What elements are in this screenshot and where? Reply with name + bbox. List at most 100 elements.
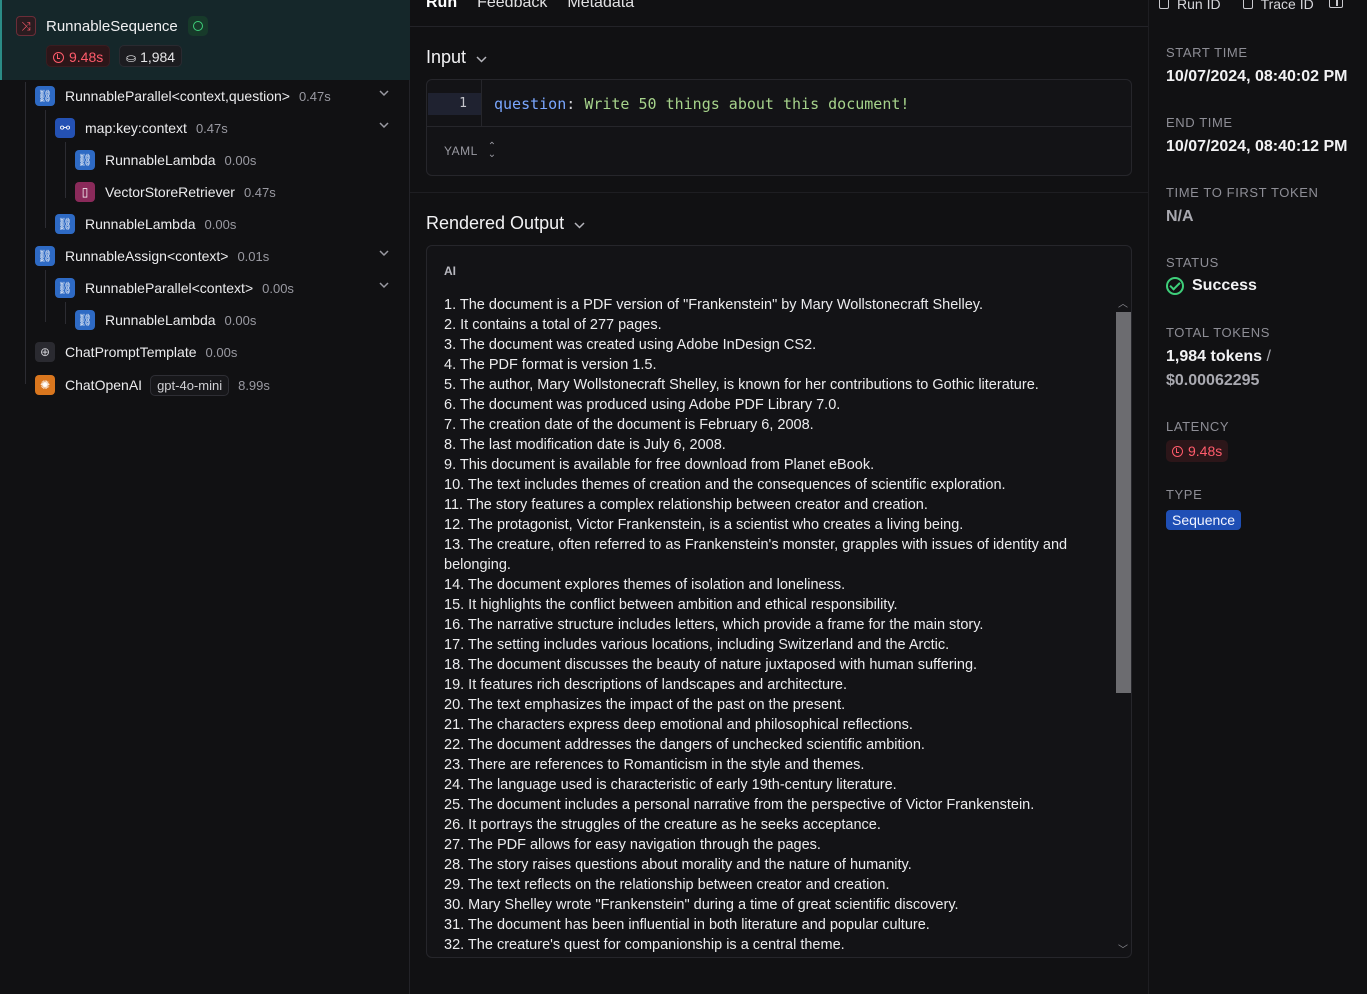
output-line: 19. It features rich descriptions of lan… [444,677,847,693]
output-line: 18. The document discusses the beauty of… [444,657,978,673]
copy-icon [1159,0,1169,9]
output-line: 6. The document was produced using Adobe… [444,397,841,413]
tree-node-time: 0.00s [224,312,257,328]
total-tokens-value: 1,984 tokens / [1166,348,1271,366]
output-line: 31. The document has been influential in… [444,917,930,933]
clock-icon [1172,446,1183,457]
output-line: 27. The PDF allows for easy navigation t… [444,837,821,853]
tree-node-time: 0.00s [262,280,294,296]
output-line: 1. The document is a PDF version of "Fra… [444,297,983,313]
run-id-button[interactable]: Run ID [1159,0,1221,12]
tab-metadata[interactable]: Metadata [567,0,634,14]
output-line: 4. The PDF format is version 1.5. [444,357,657,373]
latency-value: 9.48s [1188,443,1223,459]
start-time-label: START TIME [1166,45,1248,60]
tab-feedback[interactable]: Feedback [477,0,547,14]
format-selector[interactable]: YAML ⌃ ⌄ [444,142,497,160]
tree-node[interactable]: ⛓ RunnableLambda 0.00s [75,308,256,332]
code-editor[interactable]: 1 question: Write 50 things about this d… [427,80,1131,127]
output-line: 21. The characters express deep emotiona… [444,717,913,733]
output-line: 17. The setting includes various locatio… [444,637,950,653]
output-line: 14. The document explores themes of isol… [444,577,846,593]
scroll-up-icon[interactable]: ︿ [1118,295,1128,310]
latency-label: LATENCY [1166,419,1230,434]
link-icon: ⛓ [75,310,95,330]
tree-node[interactable]: ⛓ RunnableAssign<context> 0.01s [35,244,269,268]
document-icon: ▯ [75,182,95,202]
tree-node[interactable]: ✺ ChatOpenAI gpt-4o-mini 8.99s [35,373,270,397]
output-line: 24. The language used is characteristic … [444,777,897,793]
output-section-toggle[interactable]: Rendered Output [426,213,585,234]
tree-node-runnable-sequence[interactable]: ⤨ RunnableSequence 9.48s ⛀ 1,984 [0,0,410,80]
output-text[interactable]: 1. The document is a PDF version of "Fra… [444,295,1104,955]
success-check-icon [188,16,208,36]
chain-icon: ⤨ [16,16,36,36]
chevron-down-icon[interactable] [379,250,389,260]
tree-guide [25,82,26,384]
input-section-toggle[interactable]: Input [426,47,487,68]
app-root: ⤨ RunnableSequence 9.48s ⛀ 1,984 ⛓ Runnab… [0,0,1367,994]
tree-guide [65,302,66,324]
token-badge: ⛀ 1,984 [119,45,183,67]
clock-icon [53,52,64,63]
output-line: 25. The document includes a personal nar… [444,797,1035,813]
tree-node[interactable]: ⛓ RunnableLambda 0.00s [55,212,236,236]
tab-bar: Run Feedback Metadata [426,0,634,14]
scrollbar-thumb[interactable] [1116,312,1131,693]
tree-node[interactable]: ▯ VectorStoreRetriever 0.47s [75,180,276,204]
tree-node-name: RunnableLambda [85,216,196,232]
output-card: AI 1. The document is a PDF version of "… [426,245,1132,958]
chevron-down-icon[interactable] [379,90,389,100]
output-line: 5. The author, Mary Wollstonecraft Shell… [444,377,1039,393]
yaml-colon: : [566,95,585,113]
success-check-icon [1166,277,1184,295]
output-line: 30. Mary Shelley wrote "Frankenstein" du… [444,897,959,913]
output-line: 13. The creature, often referred to as F… [444,537,1068,573]
trace-id-button[interactable]: Trace ID [1242,0,1314,12]
gutter-divider [481,80,482,127]
message-role: AI [444,264,456,278]
token-icon: ⛀ [126,51,137,65]
tree-node[interactable]: ⛓ RunnableParallel<context> 0.00s [55,276,294,300]
output-line: 26. It portrays the struggles of the cre… [444,817,881,833]
yaml-key: question [494,95,567,113]
scroll-down-icon[interactable]: ﹀ [1118,941,1128,956]
output-line: 8. The last modification date is July 6,… [444,437,726,453]
status-value: Success [1166,277,1257,295]
tree-node-time: 8.99s [238,377,270,393]
tokens-text: 1,984 tokens [1166,348,1263,365]
end-time-value: 10/07/2024, 08:40:12 PM [1166,138,1348,155]
type-label: TYPE [1166,487,1203,502]
status-text: Success [1192,277,1257,294]
yaml-value: Write 50 things about this document! [584,95,910,113]
tree-node-name: RunnableAssign<context> [65,248,229,264]
panel-toggle-icon[interactable] [1329,0,1343,8]
tree-node[interactable]: ⊕ ChatPromptTemplate 0.00s [35,340,237,364]
output-line: 16. The narrative structure includes let… [444,617,984,633]
chevron-down-icon[interactable] [379,282,389,292]
tree-node-time: 0.01s [237,248,270,264]
type-badge: Sequence [1166,510,1242,530]
tokens-slash: / [1266,348,1271,365]
token-value: 1,984 [140,49,176,65]
output-line: 11. The story features a complex relatio… [444,497,928,513]
section-divider [410,192,1148,193]
output-line: 20. The text emphasizes the impact of th… [444,697,846,713]
tree-node[interactable]: ⛓ RunnableLambda 0.00s [75,148,256,172]
end-time-label: END TIME [1166,115,1233,130]
metadata-panel: Run ID Trace ID START TIME 10/07/2024, 0… [1148,0,1367,994]
tab-run[interactable]: Run [426,0,457,14]
format-label: YAML [444,144,478,158]
total-tokens-label: TOTAL TOKENS [1166,325,1271,340]
chevron-down-icon [476,47,487,68]
openai-icon: ✺ [35,375,55,395]
chevron-down-icon[interactable] [379,122,389,132]
tree-node[interactable]: ⚯ map:key:context 0.47s [55,116,228,140]
output-line: 22. The document addresses the dangers o… [444,737,925,753]
tree-guide [65,142,66,198]
link-icon: ⛓ [55,214,75,234]
output-line: 2. It contains a total of 277 pages. [444,317,662,333]
link-icon: ⛓ [35,246,55,266]
chevron-down-icon [574,213,585,234]
tree-node[interactable]: ⛓ RunnableParallel<context,question> 0.4… [35,84,331,108]
